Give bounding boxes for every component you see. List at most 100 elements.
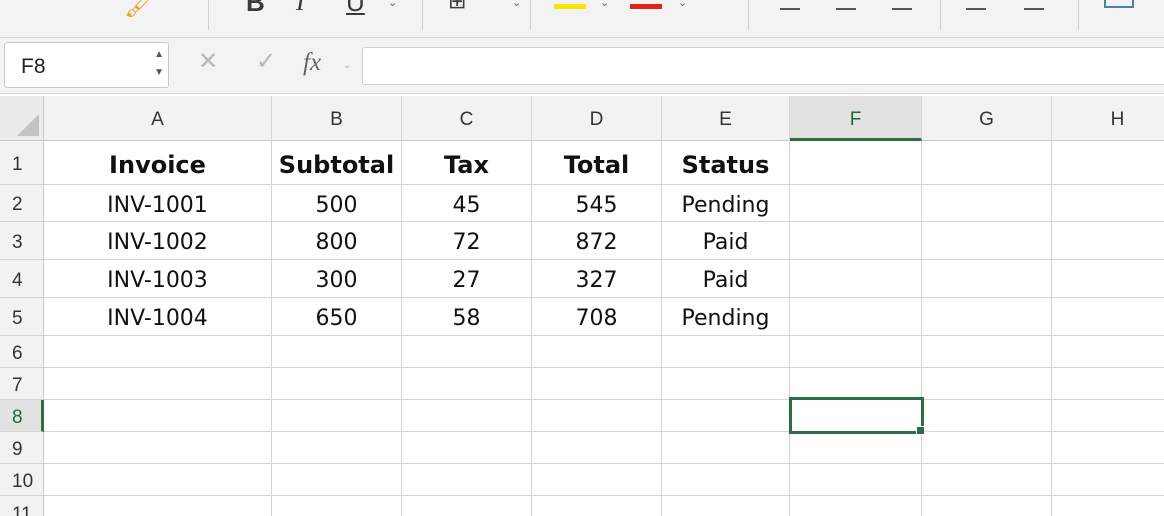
cell-c8[interactable]: [402, 400, 532, 432]
cell-e10[interactable]: [662, 464, 790, 496]
cell-c11[interactable]: [402, 496, 532, 516]
cell-b6[interactable]: [272, 336, 402, 368]
checkmark-icon[interactable]: ✓: [256, 50, 276, 74]
cell-a3[interactable]: INV-1002: [44, 222, 272, 260]
cell-d2[interactable]: 545: [532, 185, 662, 222]
cell-a9[interactable]: [44, 432, 272, 464]
insert-function-icon[interactable]: fx: [303, 49, 321, 77]
cell-g2[interactable]: [922, 185, 1052, 222]
cell-f8[interactable]: [790, 400, 922, 432]
cell-g3[interactable]: [922, 222, 1052, 260]
cell-c10[interactable]: [402, 464, 532, 496]
borders-dropdown-icon[interactable]: ⌄: [512, 0, 521, 9]
formula-input[interactable]: [362, 47, 1164, 85]
cell-d1[interactable]: Total: [532, 141, 662, 185]
cell-h1[interactable]: [1052, 141, 1164, 185]
cell-h2[interactable]: [1052, 185, 1164, 222]
chevron-down-icon[interactable]: ⌄: [343, 60, 351, 71]
column-header-e[interactable]: E: [662, 96, 790, 141]
cell-b2[interactable]: 500: [272, 185, 402, 222]
cell-f9[interactable]: [790, 432, 922, 464]
align-center-icon[interactable]: [1024, 8, 1044, 10]
cell-c9[interactable]: [402, 432, 532, 464]
cell-g9[interactable]: [922, 432, 1052, 464]
align-bottom-icon[interactable]: [892, 8, 912, 10]
cell-f11[interactable]: [790, 496, 922, 516]
cell-d10[interactable]: [532, 464, 662, 496]
row-header-3[interactable]: 3: [0, 222, 44, 260]
cell-a7[interactable]: [44, 368, 272, 400]
font-color-swatch[interactable]: [630, 4, 662, 9]
cell-c3[interactable]: 72: [402, 222, 532, 260]
cell-d5[interactable]: 708: [532, 298, 662, 336]
cell-b4[interactable]: 300: [272, 260, 402, 298]
cell-f6[interactable]: [790, 336, 922, 368]
cell-b8[interactable]: [272, 400, 402, 432]
cell-b3[interactable]: 800: [272, 222, 402, 260]
cell-b11[interactable]: [272, 496, 402, 516]
cell-a10[interactable]: [44, 464, 272, 496]
cell-h6[interactable]: [1052, 336, 1164, 368]
cell-g10[interactable]: [922, 464, 1052, 496]
cell-f3[interactable]: [790, 222, 922, 260]
cell-f2[interactable]: [790, 185, 922, 222]
cell-c1[interactable]: Tax: [402, 141, 532, 185]
cell-e2[interactable]: Pending: [662, 185, 790, 222]
cell-h11[interactable]: [1052, 496, 1164, 516]
cell-f4[interactable]: [790, 260, 922, 298]
bold-icon[interactable]: B: [246, 0, 265, 15]
row-header-5[interactable]: 5: [0, 298, 44, 336]
cell-h3[interactable]: [1052, 222, 1164, 260]
column-header-g[interactable]: G: [922, 96, 1052, 141]
cell-b7[interactable]: [272, 368, 402, 400]
row-header-4[interactable]: 4: [0, 260, 44, 298]
cell-f10[interactable]: [790, 464, 922, 496]
cell-e11[interactable]: [662, 496, 790, 516]
row-header-10[interactable]: 10: [0, 464, 44, 496]
cell-a6[interactable]: [44, 336, 272, 368]
cell-h5[interactable]: [1052, 298, 1164, 336]
name-box[interactable]: F8 ▲ ▼: [4, 42, 169, 88]
font-color-dropdown-icon[interactable]: ⌄: [678, 0, 687, 9]
cell-d6[interactable]: [532, 336, 662, 368]
cell-g5[interactable]: [922, 298, 1052, 336]
cell-e3[interactable]: Paid: [662, 222, 790, 260]
cell-h8[interactable]: [1052, 400, 1164, 432]
cell-h7[interactable]: [1052, 368, 1164, 400]
cell-f7[interactable]: [790, 368, 922, 400]
select-all-button[interactable]: [0, 96, 44, 141]
cell-e6[interactable]: [662, 336, 790, 368]
column-header-c[interactable]: C: [402, 96, 532, 141]
cell-c4[interactable]: 27: [402, 260, 532, 298]
cell-b9[interactable]: [272, 432, 402, 464]
cell-d11[interactable]: [532, 496, 662, 516]
cell-e7[interactable]: [662, 368, 790, 400]
highlight-color-swatch[interactable]: [554, 4, 586, 9]
cell-g7[interactable]: [922, 368, 1052, 400]
cell-e1[interactable]: Status: [662, 141, 790, 185]
cell-c6[interactable]: [402, 336, 532, 368]
row-header-11[interactable]: 11: [0, 496, 44, 516]
cell-h4[interactable]: [1052, 260, 1164, 298]
cell-e8[interactable]: [662, 400, 790, 432]
cell-g11[interactable]: [922, 496, 1052, 516]
highlight-dropdown-icon[interactable]: ⌄: [600, 0, 609, 9]
row-header-6[interactable]: 6: [0, 336, 44, 368]
underline-dropdown-icon[interactable]: ⌄: [388, 0, 397, 9]
column-header-b[interactable]: B: [272, 96, 402, 141]
cell-d8[interactable]: [532, 400, 662, 432]
cell-a8[interactable]: [44, 400, 272, 432]
cell-g4[interactable]: [922, 260, 1052, 298]
row-header-2[interactable]: 2: [0, 185, 44, 222]
cell-a4[interactable]: INV-1003: [44, 260, 272, 298]
cell-d7[interactable]: [532, 368, 662, 400]
row-header-9[interactable]: 9: [0, 432, 44, 464]
align-left-icon[interactable]: [966, 8, 986, 10]
cell-f1[interactable]: [790, 141, 922, 185]
merge-cells-icon[interactable]: [1104, 0, 1134, 8]
cell-e5[interactable]: Pending: [662, 298, 790, 336]
underline-icon[interactable]: U: [346, 0, 365, 15]
fill-handle[interactable]: [916, 426, 925, 435]
align-top-icon[interactable]: [780, 8, 800, 10]
cell-e4[interactable]: Paid: [662, 260, 790, 298]
